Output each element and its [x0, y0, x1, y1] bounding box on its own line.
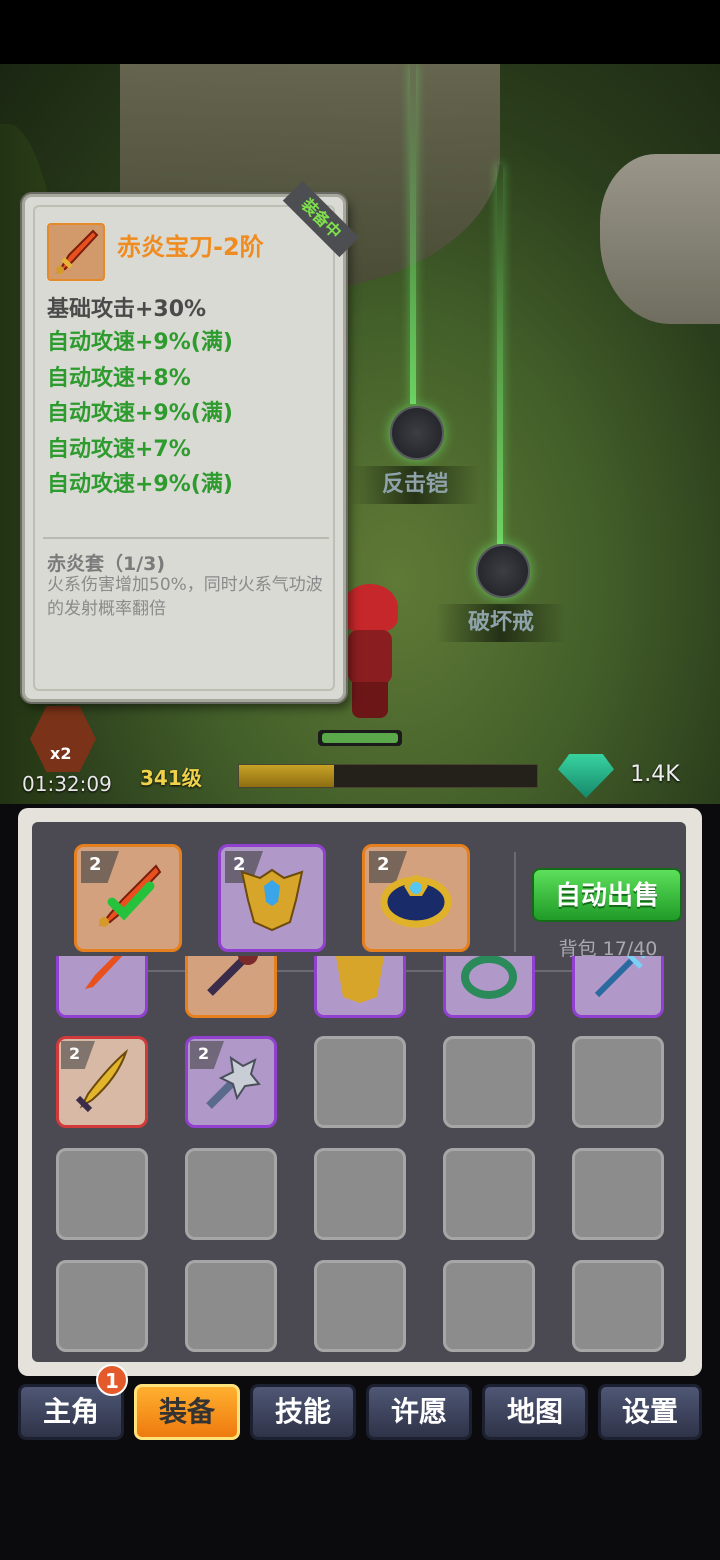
- inventory-slot-mace[interactable]: [185, 956, 277, 1018]
- status-bar: [0, 0, 720, 64]
- inventory-slot-empty[interactable]: [443, 1148, 535, 1240]
- inventory-row-partial: [56, 956, 666, 1020]
- nav-skills[interactable]: 技能: [250, 1384, 356, 1440]
- inventory-slot-trident[interactable]: [572, 956, 664, 1018]
- ring-icon: [380, 874, 452, 928]
- notification-badge: 1: [96, 1364, 128, 1396]
- bonus-stat: 自动攻速+7%: [47, 436, 191, 462]
- drop-label-armor[interactable]: 反击铠: [350, 466, 480, 504]
- inventory-slot-empty[interactable]: [443, 1036, 535, 1128]
- inventory-row: [56, 1148, 666, 1242]
- drop-label-ring[interactable]: 破坏戒: [436, 604, 566, 642]
- item-name: 赤炎宝刀-2阶: [117, 233, 264, 261]
- inventory-slot-spiked-mace[interactable]: 2: [185, 1036, 277, 1128]
- inventory-row: [56, 1260, 666, 1354]
- flame-sword-icon: [99, 864, 162, 927]
- nav-wish[interactable]: 许愿: [366, 1384, 472, 1440]
- gem-count: 1.4K: [630, 762, 680, 787]
- divider: [43, 537, 329, 539]
- bonus-stat: 自动攻速+8%: [47, 365, 191, 391]
- inventory-slot-empty[interactable]: [314, 1148, 406, 1240]
- inventory-slot-empty[interactable]: [185, 1148, 277, 1240]
- equipped-ring-slot[interactable]: 2: [362, 844, 470, 952]
- player-level: 341级: [140, 766, 202, 790]
- inventory-slot-empty[interactable]: [572, 1260, 664, 1352]
- inventory-slot-empty[interactable]: [572, 1036, 664, 1128]
- background-rock: [600, 154, 720, 324]
- bonus-stats: 自动攻速+9%(满) 自动攻速+8% 自动攻速+9%(满) 自动攻速+7% 自动…: [47, 325, 233, 503]
- inventory-row: 2 2: [56, 1036, 666, 1130]
- auto-sell-button[interactable]: 自动出售: [532, 868, 682, 922]
- spiked-mace-icon: [206, 1055, 261, 1109]
- inventory-slot-empty[interactable]: [314, 1260, 406, 1352]
- hero-hp-bar: [318, 730, 402, 746]
- set-description: 火系伤害增加50%，同时火系气功波的发射概率翻倍: [47, 575, 323, 619]
- nav-equipment[interactable]: 装备: [134, 1384, 240, 1440]
- bonus-stat: 自动攻速+9%(满): [47, 330, 233, 355]
- item-tooltip: 赤炎宝刀-2阶 装备中 基础攻击+30% 自动攻速+9%(满) 自动攻速+8% …: [22, 180, 360, 702]
- inventory-slot-empty[interactable]: [314, 1036, 406, 1128]
- xp-bar: [238, 764, 538, 788]
- loot-beam: [497, 164, 503, 544]
- boost-timer: 01:32:09: [22, 772, 112, 796]
- inventory-slot-empty[interactable]: [185, 1260, 277, 1352]
- inventory-slot-ring[interactable]: [443, 956, 535, 1018]
- set-name: 赤炎套（1/3): [47, 553, 166, 575]
- armor-drop-icon[interactable]: [390, 406, 444, 460]
- equipment-panel: 2 2 2 自动出售 背包 17/40 2 2: [18, 808, 702, 1376]
- inventory-slot-empty[interactable]: [572, 1148, 664, 1240]
- bonus-stat: 自动攻速+9%(满): [47, 401, 233, 426]
- equipped-armor-slot[interactable]: 2: [218, 844, 326, 952]
- loot-beam: [410, 64, 416, 404]
- golden-blade-icon: [75, 1048, 129, 1113]
- inventory-slot-armor[interactable]: [314, 956, 406, 1018]
- inventory-slot-empty[interactable]: [443, 1260, 535, 1352]
- inventory-slot-empty[interactable]: [56, 1260, 148, 1352]
- flame-sword-icon: [47, 223, 105, 281]
- nav-settings[interactable]: 设置: [598, 1384, 702, 1440]
- divider: [514, 852, 516, 952]
- ring-drop-icon[interactable]: [476, 544, 530, 598]
- base-stat: 基础攻击+30%: [47, 297, 207, 322]
- inventory-slot-sword[interactable]: [56, 956, 148, 1018]
- inventory-slot-empty[interactable]: [56, 1148, 148, 1240]
- armor-icon: [240, 868, 304, 932]
- inventory-slot-golden-blade[interactable]: 2: [56, 1036, 148, 1128]
- speed-multiplier: x2: [50, 744, 72, 763]
- bonus-stat: 自动攻速+9%(满): [47, 472, 233, 497]
- nav-map[interactable]: 地图: [482, 1384, 588, 1440]
- xp-fill: [239, 765, 335, 787]
- equipped-weapon-slot[interactable]: 2: [74, 844, 182, 952]
